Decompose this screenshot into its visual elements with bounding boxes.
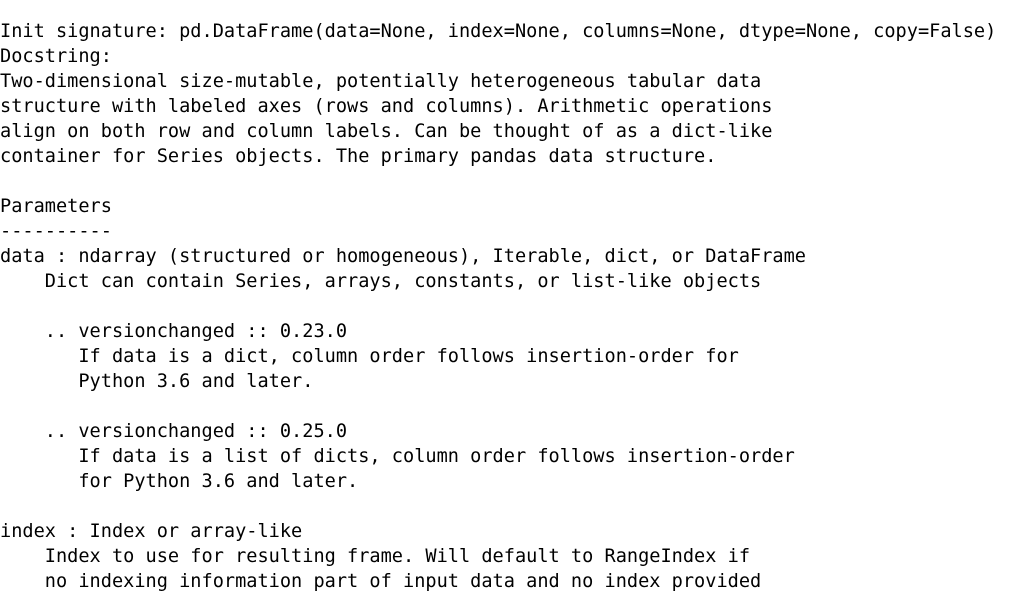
docstring-line: data : ndarray (structured or homogeneou… bbox=[0, 245, 806, 267]
docstring-line: Dict can contain Series, arrays, constan… bbox=[0, 270, 762, 292]
docstring-line: no indexing information part of input da… bbox=[0, 570, 762, 592]
docstring-line: .. versionchanged :: 0.25.0 bbox=[0, 420, 348, 442]
docstring-line: Index to use for resulting frame. Will d… bbox=[0, 545, 751, 567]
docstring-line: ---------- bbox=[0, 220, 112, 242]
docstring-line: Init signature: pd.DataFrame(data=None, … bbox=[0, 20, 997, 42]
docstring-blank-line bbox=[0, 494, 1027, 519]
docstring-output-text: Init signature: pd.DataFrame(data=None, … bbox=[0, 19, 1027, 594]
docstring-line: If data is a dict, column order follows … bbox=[0, 345, 739, 367]
docstring-line: Docstring: bbox=[0, 45, 112, 67]
docstring-line: index : Index or array-like bbox=[0, 520, 303, 542]
docstring-line: Two-dimensional size-mutable, potentiall… bbox=[0, 70, 762, 92]
docstring-line: If data is a list of dicts, column order… bbox=[0, 445, 795, 467]
docstring-line: .. versionchanged :: 0.23.0 bbox=[0, 320, 348, 342]
docstring-blank-line bbox=[0, 394, 1027, 419]
docstring-line: Parameters bbox=[0, 195, 112, 217]
docstring-line: Python 3.6 and later. bbox=[0, 370, 314, 392]
docstring-blank-line bbox=[0, 169, 1027, 194]
docstring-line: structure with labeled axes (rows and co… bbox=[0, 95, 773, 117]
docstring-blank-line bbox=[0, 294, 1027, 319]
docstring-line: for Python 3.6 and later. bbox=[0, 470, 359, 492]
docstring-line: container for Series objects. The primar… bbox=[0, 145, 717, 167]
docstring-line: align on both row and column labels. Can… bbox=[0, 120, 773, 142]
